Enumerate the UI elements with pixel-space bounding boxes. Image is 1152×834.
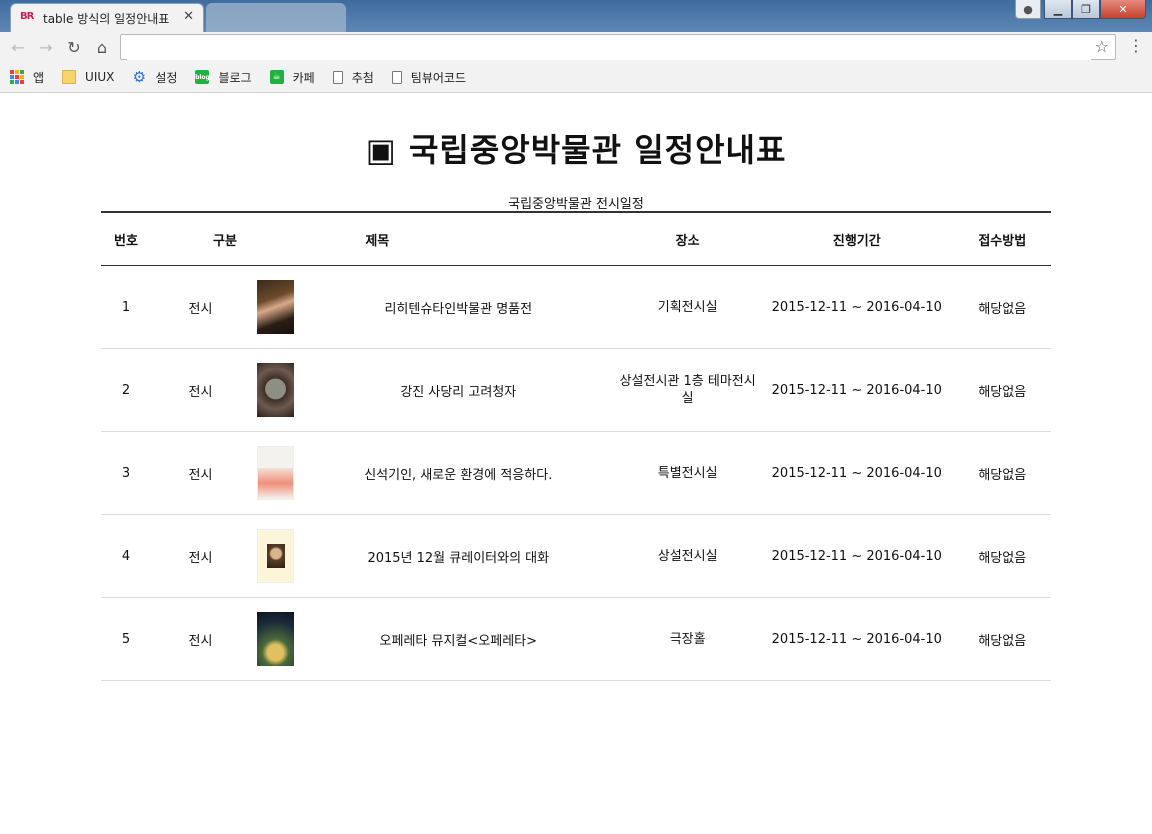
row-period: 2015-12-11 ~ 2016-04-10 [760, 597, 954, 681]
bookmark-blog[interactable]: blog 블로그 [195, 67, 252, 87]
page-content: ▣ 국립중앙박물관 일정안내표 국립중앙박물관 전시일정 번호 구분 제목 장소… [0, 93, 1152, 834]
page-title: ▣ 국립중앙박물관 일정안내표 [365, 131, 787, 169]
bookmark-settings[interactable]: ⚙ 설정 [132, 67, 178, 87]
col-header-number: 번호 [101, 211, 151, 266]
row-apply: 해당없음 [953, 431, 1051, 515]
col-header-apply: 접수방법 [953, 211, 1051, 266]
bookmark-apps[interactable]: 앱 [10, 67, 44, 87]
row-period: 2015-12-11 ~ 2016-04-10 [760, 265, 954, 349]
bookmark-label: 설정 [155, 70, 178, 85]
table-row: 5 전시 오페레타 뮤지컬<오페레타> 극장홀 2015-12-11 ~ 201… [101, 597, 1051, 681]
browser-titlebar: BR table 방식의 일정안내표 ✕ ● ▁ ❐ ✕ [0, 0, 1152, 32]
row-apply: 해당없음 [953, 514, 1051, 598]
bookmark-uiux[interactable]: UIUX [62, 67, 114, 87]
bookmark-label: 블로그 [218, 70, 252, 85]
row-type: 전시 [151, 265, 250, 349]
row-apply: 해당없음 [953, 265, 1051, 349]
tab-close-icon[interactable]: ✕ [183, 9, 194, 24]
table-row: 4 전시 2015년 12월 큐레이터와의 대화 상설전시실 2015-12-1… [101, 514, 1051, 598]
row-thumbnail [250, 514, 302, 598]
row-place: 특별전시실 [615, 431, 761, 515]
bookmarks-bar: 앱 UIUX ⚙ 설정 blog 블로그 ☕ 카페 추첨 팀뷰어코드 [0, 62, 1152, 93]
col-header-thumb [250, 211, 302, 266]
forward-arrow-icon[interactable]: → [35, 36, 57, 58]
tab-active[interactable]: BR table 방식의 일정안내표 ✕ [10, 3, 204, 32]
exhibition-poster-image[interactable] [257, 363, 295, 417]
tab-title: table 방식의 일정안내표 [43, 12, 170, 26]
bookmark-label: 추첨 [351, 70, 374, 85]
row-title[interactable]: 2015년 12월 큐레이터와의 대화 [301, 514, 616, 598]
back-arrow-icon[interactable]: ← [7, 36, 29, 58]
site-favicon-icon: BR [20, 11, 34, 22]
row-type: 전시 [151, 348, 250, 432]
reload-icon[interactable]: ↻ [63, 36, 85, 58]
bookmark-label: UIUX [85, 70, 115, 84]
gear-icon: ⚙ [132, 68, 147, 86]
row-type: 전시 [151, 514, 250, 598]
apps-grid-icon [10, 70, 24, 84]
window-controls: ● ▁ ❐ ✕ [1015, 0, 1146, 19]
row-title[interactable]: 오페레타 뮤지컬<오페레타> [301, 597, 616, 681]
tab-inactive[interactable] [206, 3, 346, 32]
col-header-place: 장소 [615, 211, 761, 266]
blog-icon: blog [195, 70, 210, 84]
cafe-icon: ☕ [269, 70, 284, 84]
row-thumbnail [250, 265, 302, 349]
exhibition-poster-image[interactable] [257, 446, 295, 500]
bookmark-draw[interactable]: 추첨 [332, 67, 374, 87]
col-header-title: 제목 [301, 211, 616, 266]
row-apply: 해당없음 [953, 597, 1051, 681]
col-header-type: 구분 [151, 211, 250, 266]
row-apply: 해당없음 [953, 348, 1051, 432]
close-window-button[interactable]: ✕ [1100, 0, 1146, 19]
exhibition-poster-image[interactable] [257, 612, 295, 666]
row-title[interactable]: 강진 사당리 고려청자 [301, 348, 616, 432]
row-title[interactable]: 리히텐슈타인박물관 명품전 [301, 265, 616, 349]
schedule-table: 번호 구분 제목 장소 진행기간 접수방법 1 전시 리히텐슈타인박물관 명품전… [101, 211, 1051, 681]
row-number: 5 [101, 597, 151, 681]
bookmark-label: 앱 [33, 70, 45, 85]
browser-menu-icon[interactable]: ⋮ [1128, 37, 1144, 55]
table-header-row: 번호 구분 제목 장소 진행기간 접수방법 [101, 211, 1051, 266]
table-row: 2 전시 강진 사당리 고려청자 상설전시관 1층 테마전시실 2015-12-… [101, 348, 1051, 432]
address-input[interactable] [127, 36, 1091, 60]
page-icon [391, 70, 402, 84]
row-place: 상설전시실 [615, 514, 761, 598]
row-type: 전시 [151, 597, 250, 681]
table-row: 3 전시 신석기인, 새로운 환경에 적응하다. 특별전시실 2015-12-1… [101, 431, 1051, 515]
bookmark-cafe[interactable]: ☕ 카페 [269, 67, 315, 87]
row-number: 4 [101, 514, 151, 598]
row-place: 기획전시실 [615, 265, 761, 349]
bookmark-teamviewer[interactable]: 팀뷰어코드 [391, 67, 466, 87]
profile-icon[interactable]: ● [1015, 0, 1041, 19]
exhibition-poster-image[interactable] [257, 280, 295, 334]
folder-icon [62, 70, 77, 84]
row-period: 2015-12-11 ~ 2016-04-10 [760, 431, 954, 515]
row-thumbnail [250, 597, 302, 681]
table-caption: 국립중앙박물관 전시일정 [508, 197, 644, 212]
home-icon[interactable]: ⌂ [91, 36, 113, 58]
browser-toolbar: ← → ↻ ⌂ ☆ ⋮ [0, 32, 1152, 62]
row-number: 3 [101, 431, 151, 515]
row-type: 전시 [151, 431, 250, 515]
row-title[interactable]: 신석기인, 새로운 환경에 적응하다. [301, 431, 616, 515]
col-header-period: 진행기간 [760, 211, 954, 266]
maximize-button[interactable]: ❐ [1072, 0, 1100, 19]
address-bar[interactable]: ☆ [120, 34, 1116, 60]
page-icon [332, 70, 343, 84]
bookmark-label: 팀뷰어코드 [410, 70, 466, 85]
minimize-button[interactable]: ▁ [1044, 0, 1072, 19]
bookmark-star-icon[interactable]: ☆ [1095, 37, 1109, 56]
table-row: 1 전시 리히텐슈타인박물관 명품전 기획전시실 2015-12-11 ~ 20… [101, 265, 1051, 349]
row-place: 상설전시관 1층 테마전시실 [615, 348, 761, 432]
row-period: 2015-12-11 ~ 2016-04-10 [760, 348, 954, 432]
row-number: 1 [101, 265, 151, 349]
row-place: 극장홀 [615, 597, 761, 681]
row-thumbnail [250, 431, 302, 515]
exhibition-poster-image[interactable] [257, 529, 295, 583]
row-number: 2 [101, 348, 151, 432]
bookmark-label: 카페 [292, 70, 315, 85]
row-thumbnail [250, 348, 302, 432]
row-period: 2015-12-11 ~ 2016-04-10 [760, 514, 954, 598]
